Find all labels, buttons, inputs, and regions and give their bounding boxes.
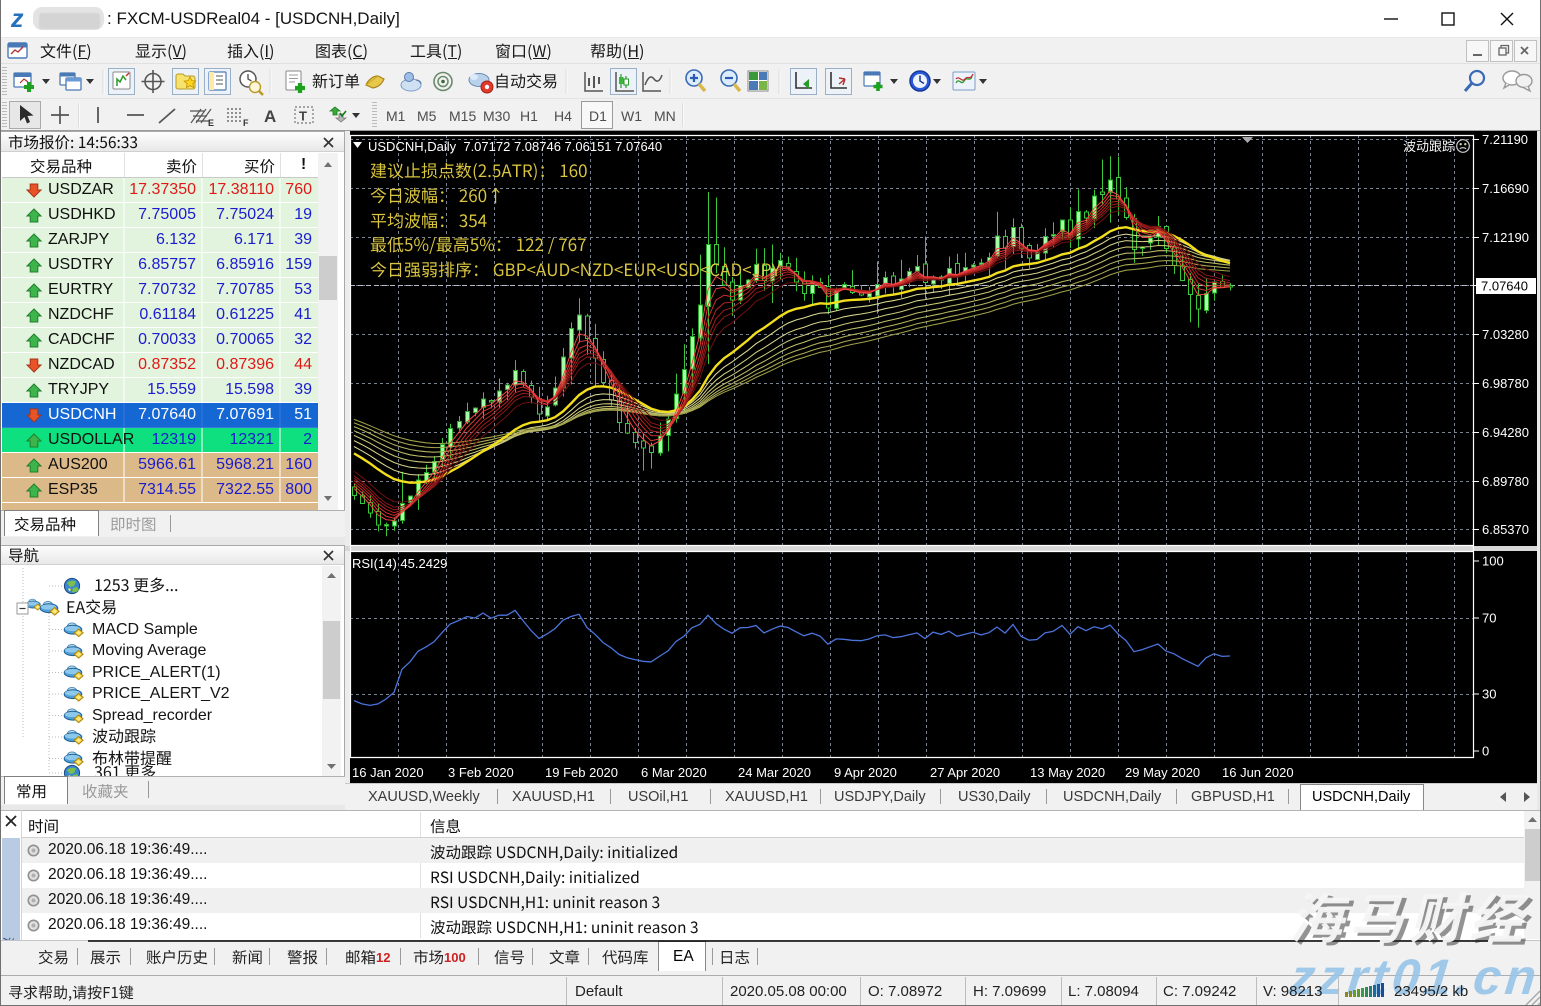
svg-text:7.12190: 7.12190 (1482, 230, 1529, 245)
svg-text:0: 0 (1482, 744, 1489, 759)
svg-text:6.89780: 6.89780 (1482, 474, 1529, 489)
svg-text:19 Feb 2020: 19 Feb 2020 (545, 765, 618, 780)
svg-text:E: E (208, 118, 214, 128)
svg-text:7.07640: 7.07640 (1481, 279, 1528, 294)
svg-text:9 Apr 2020: 9 Apr 2020 (834, 765, 897, 780)
svg-text:16 Jun 2020: 16 Jun 2020 (1222, 765, 1294, 780)
svg-text:F: F (243, 118, 249, 128)
svg-text:A: A (264, 107, 276, 126)
svg-text:7.21190: 7.21190 (1482, 132, 1528, 147)
svg-text:6.94280: 6.94280 (1482, 425, 1529, 440)
svg-text:3 Feb 2020: 3 Feb 2020 (448, 765, 514, 780)
svg-text:6.85370: 6.85370 (1482, 522, 1529, 537)
svg-text:16 Jan 2020: 16 Jan 2020 (352, 765, 424, 780)
svg-text:7.03280: 7.03280 (1482, 327, 1529, 342)
svg-text:RSI(14) 45.2429: RSI(14) 45.2429 (352, 556, 447, 571)
svg-text:24 Mar 2020: 24 Mar 2020 (738, 765, 811, 780)
svg-text:T: T (299, 109, 307, 124)
svg-text:27 Apr 2020: 27 Apr 2020 (930, 765, 1000, 780)
svg-text:13 May 2020: 13 May 2020 (1030, 765, 1105, 780)
svg-text:6.98780: 6.98780 (1482, 376, 1529, 391)
svg-text:7.16690: 7.16690 (1482, 181, 1529, 196)
svg-text:70: 70 (1482, 611, 1496, 626)
svg-text:USDCNH,Daily 7.07172 7.08746: USDCNH,Daily 7.07172 7.08746 7.06151 7.0… (368, 139, 662, 154)
svg-text:100: 100 (1482, 554, 1504, 569)
svg-text:29 May 2020: 29 May 2020 (1125, 765, 1200, 780)
svg-text:30: 30 (1482, 687, 1496, 702)
svg-text:6 Mar 2020: 6 Mar 2020 (641, 765, 707, 780)
